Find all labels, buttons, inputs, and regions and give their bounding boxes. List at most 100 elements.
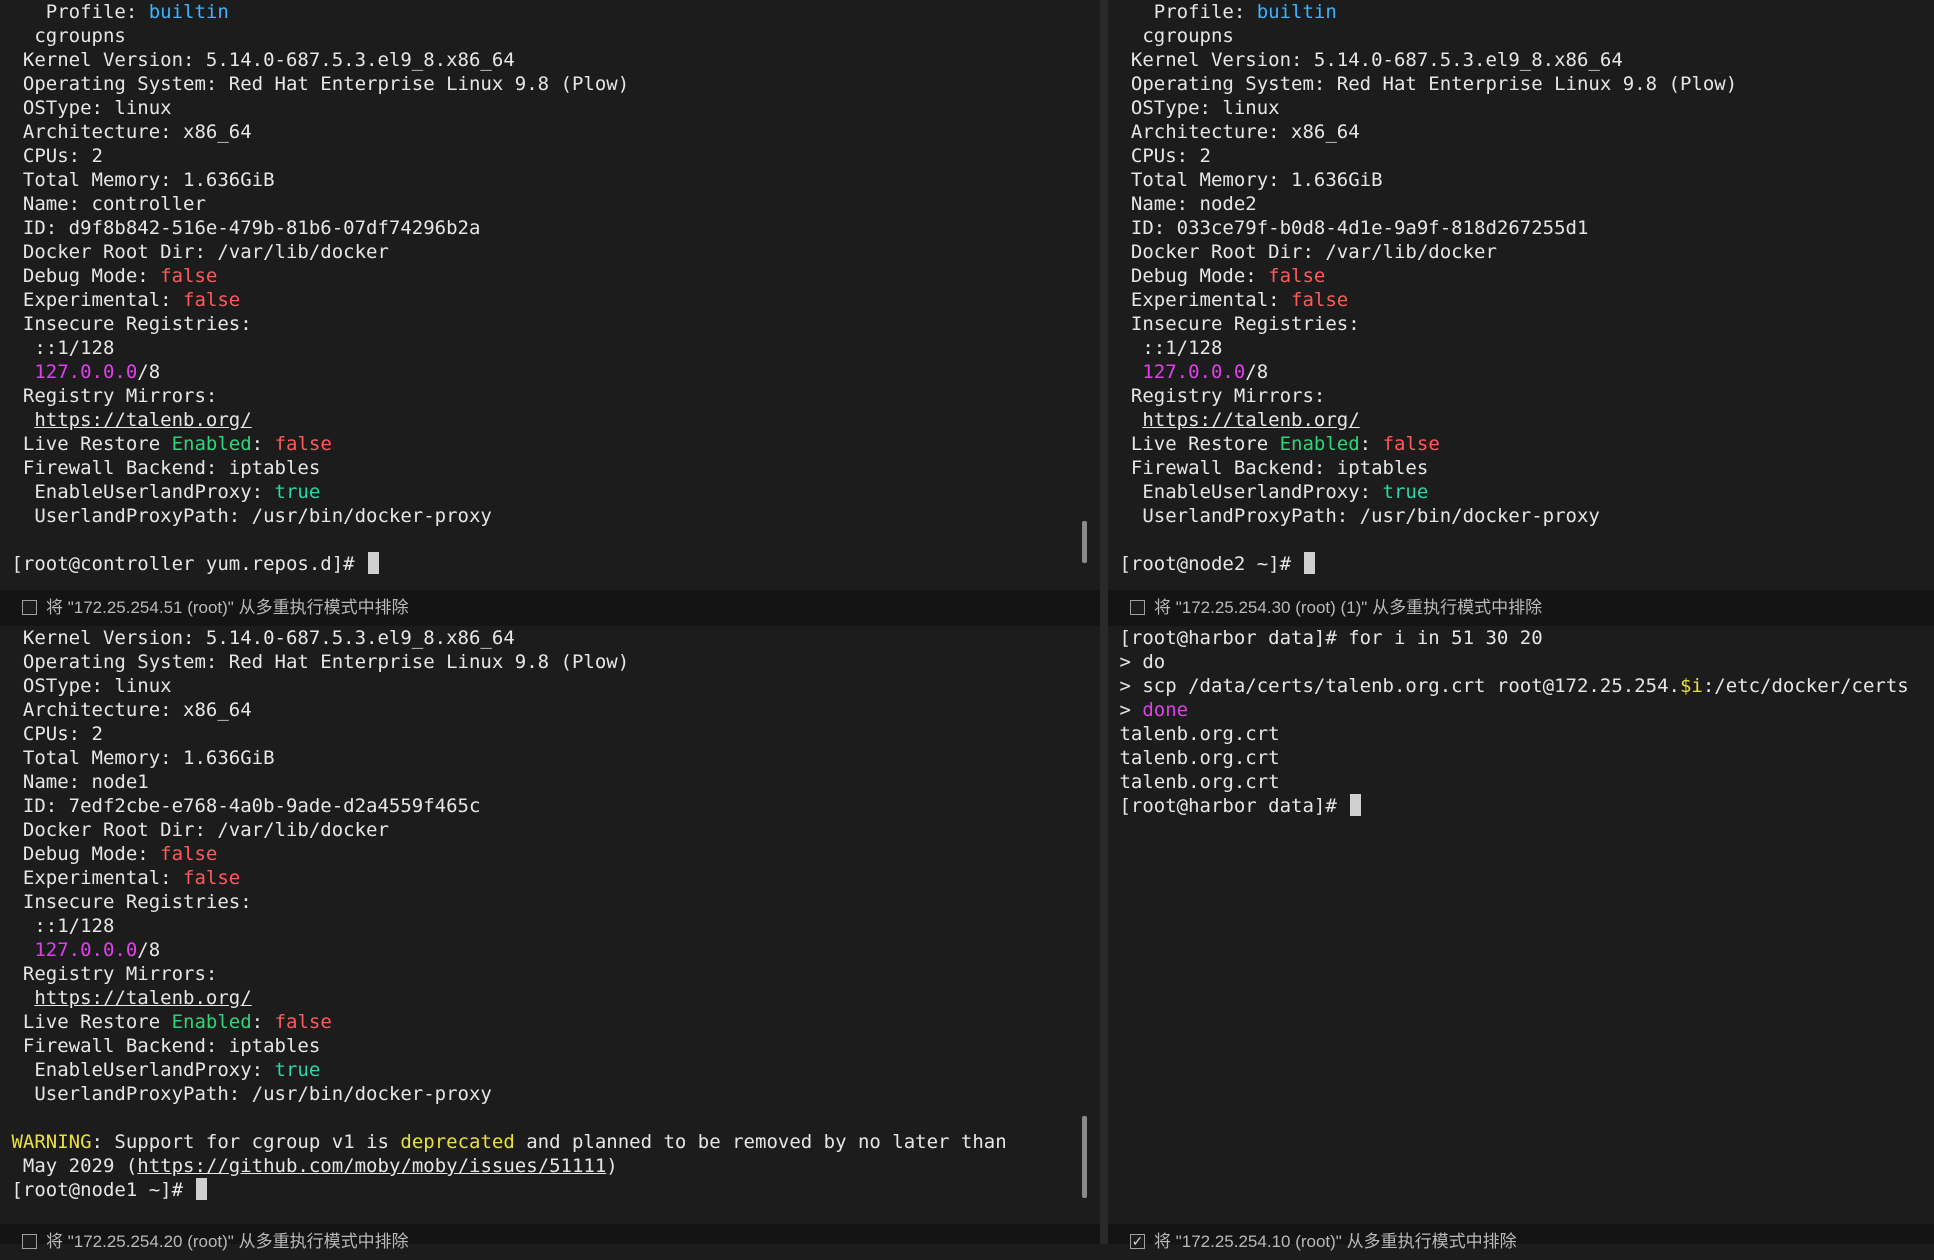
terminal-line: ID: d9f8b842-516e-479b-81b6-07df74296b2a	[0, 216, 1100, 240]
terminal-text: Enabled	[171, 433, 252, 455]
cursor-block	[1350, 794, 1362, 816]
exclude-checkbox[interactable]	[1130, 600, 1145, 615]
terminal-text: false	[160, 843, 218, 865]
terminal-text: WARNING	[11, 1131, 92, 1153]
terminal-line: > done	[1108, 698, 1934, 722]
terminal-line: OSType: linux	[1108, 96, 1934, 120]
exclude-label: 将 "172.25.254.51 (root)" 从多重执行模式中排除	[46, 598, 409, 617]
terminal-text: $i	[1679, 675, 1703, 697]
terminal-line: Name: node1	[0, 770, 1100, 794]
terminal-text: Debug Mode:	[0, 843, 161, 865]
terminal-text: Total Memory: 1.636GiB	[1108, 169, 1383, 191]
terminal-text: CPUs: 2	[0, 145, 103, 167]
terminal-line: talenb.org.crt	[1108, 746, 1934, 770]
terminal-text: Insecure Registries:	[1108, 313, 1360, 335]
terminal-text: Architecture: x86_64	[1108, 121, 1360, 143]
terminal-line: [root@node2 ~]#	[1108, 552, 1934, 576]
terminal-line: https://talenb.org/	[0, 986, 1100, 1010]
terminal-pane-node1[interactable]: Kernel Version: 5.14.0-687.5.3.el9_8.x86…	[0, 626, 1100, 1224]
terminal-text: Operating System: Red Hat Enterprise Lin…	[0, 73, 630, 95]
terminal-text: EnableUserlandProxy:	[1108, 481, 1383, 503]
terminal-text: Registry Mirrors:	[0, 385, 218, 407]
terminal-pane-node2[interactable]: Profile: builtin cgroupns Kernel Version…	[1108, 0, 1934, 590]
pane-divider-vertical[interactable]	[1100, 0, 1108, 1244]
exclude-checkbox[interactable]	[22, 600, 37, 615]
terminal-text: [root@node1 ~]#	[0, 1179, 195, 1201]
terminal-text: [root@harbor data]# for i in 51 30 20	[1108, 627, 1543, 649]
terminal-pane-controller[interactable]: Profile: builtin cgroupns Kernel Version…	[0, 0, 1100, 590]
terminal-text: false	[1291, 289, 1349, 311]
terminal-text: builtin	[148, 1, 229, 23]
terminal-link[interactable]: https://talenb.org/	[1142, 409, 1359, 431]
terminal-text: Docker Root Dir: /var/lib/docker	[0, 819, 389, 841]
terminal-text: false	[183, 289, 241, 311]
terminal-text: > do	[1108, 651, 1166, 673]
terminal-line: Live Restore Enabled: false	[0, 1010, 1100, 1034]
exclude-checkbox[interactable]: ✓	[1130, 1234, 1145, 1249]
terminal-line: WARNING: Support for cgroup v1 is deprec…	[0, 1130, 1100, 1154]
terminal-line: Firewall Backend: iptables	[1108, 456, 1934, 480]
terminal-line: Docker Root Dir: /var/lib/docker	[1108, 240, 1934, 264]
exclude-label: 将 "172.25.254.20 (root)" 从多重执行模式中排除	[46, 1232, 409, 1251]
terminal-text: Firewall Backend: iptables	[1108, 457, 1429, 479]
terminal-link[interactable]: https://talenb.org/	[34, 987, 251, 1009]
terminal-line: Operating System: Red Hat Enterprise Lin…	[0, 72, 1100, 96]
terminal-text: Registry Mirrors:	[1108, 385, 1326, 407]
terminal-text: ::1/128	[0, 337, 115, 359]
terminal-output[interactable]: Profile: builtin cgroupns Kernel Version…	[0, 0, 1100, 590]
terminal-line: Insecure Registries:	[1108, 312, 1934, 336]
terminal-text: /8	[1245, 361, 1269, 383]
scrollbar-thumb[interactable]	[1082, 1116, 1087, 1198]
terminal-output[interactable]: [root@harbor data]# for i in 51 30 20 > …	[1108, 626, 1934, 1224]
multi-exec-bar-controller: 将 "172.25.254.51 (root)" 从多重执行模式中排除	[0, 590, 1100, 626]
scrollbar-thumb[interactable]	[1082, 521, 1087, 563]
terminal-line: Architecture: x86_64	[0, 698, 1100, 722]
terminal-line: ID: 033ce79f-b0d8-4d1e-9a9f-818d267255d1	[1108, 216, 1934, 240]
terminal-link[interactable]: https://talenb.org/	[34, 409, 251, 431]
terminal-pane-harbor[interactable]: [root@harbor data]# for i in 51 30 20 > …	[1108, 626, 1934, 1224]
terminal-line: Debug Mode: false	[0, 842, 1100, 866]
multi-exec-bar-harbor: ✓ 将 "172.25.254.10 (root)" 从多重执行模式中排除	[1108, 1224, 1934, 1251]
terminal-line: Kernel Version: 5.14.0-687.5.3.el9_8.x86…	[1108, 48, 1934, 72]
terminal-text: talenb.org.crt	[1108, 747, 1280, 769]
terminal-text: OSType: linux	[0, 675, 172, 697]
terminal-text: )	[606, 1155, 618, 1177]
terminal-text: > scp /data/certs/talenb.org.crt root@17…	[1108, 675, 1680, 697]
terminal-output[interactable]: Kernel Version: 5.14.0-687.5.3.el9_8.x86…	[0, 626, 1100, 1224]
terminal-line: 127.0.0.0/8	[0, 360, 1100, 384]
terminal-text: Experimental:	[0, 867, 184, 889]
terminal-text: Live Restore	[0, 1011, 172, 1033]
terminal-line: Total Memory: 1.636GiB	[0, 746, 1100, 770]
terminal-text: false	[274, 433, 332, 455]
terminal-text: Kernel Version: 5.14.0-687.5.3.el9_8.x86…	[1108, 49, 1623, 71]
terminal-line: talenb.org.crt	[1108, 770, 1934, 794]
terminal-text: false	[274, 1011, 332, 1033]
terminal-text: Kernel Version: 5.14.0-687.5.3.el9_8.x86…	[0, 627, 515, 649]
terminal-link[interactable]: https://github.com/moby/moby/issues/5111…	[137, 1155, 606, 1177]
exclude-checkbox[interactable]	[22, 1234, 37, 1249]
terminal-text: and planned to be removed by no later th…	[514, 1131, 1007, 1153]
terminal-line: Profile: builtin	[1108, 0, 1934, 24]
terminal-text: Experimental:	[0, 289, 184, 311]
terminal-text: UserlandProxyPath: /usr/bin/docker-proxy	[0, 505, 492, 527]
terminal-line: Kernel Version: 5.14.0-687.5.3.el9_8.x86…	[0, 626, 1100, 650]
terminal-line: Experimental: false	[0, 288, 1100, 312]
terminal-line: Insecure Registries:	[0, 890, 1100, 914]
terminal-output[interactable]: Profile: builtin cgroupns Kernel Version…	[1108, 0, 1934, 590]
terminal-text: Enabled	[171, 1011, 252, 1033]
terminal-line: OSType: linux	[0, 674, 1100, 698]
multi-exec-bar-node1: 将 "172.25.254.20 (root)" 从多重执行模式中排除	[0, 1224, 1100, 1251]
terminal-text: done	[1142, 699, 1189, 721]
terminal-text: [root@node2 ~]#	[1108, 553, 1303, 575]
terminal-line: Firewall Backend: iptables	[0, 1034, 1100, 1058]
terminal-line: OSType: linux	[0, 96, 1100, 120]
terminal-text: UserlandProxyPath: /usr/bin/docker-proxy	[1108, 505, 1600, 527]
terminal-text: false	[160, 265, 218, 287]
terminal-text: [root@harbor data]#	[1108, 795, 1349, 817]
terminal-line: [root@harbor data]# for i in 51 30 20	[1108, 626, 1934, 650]
